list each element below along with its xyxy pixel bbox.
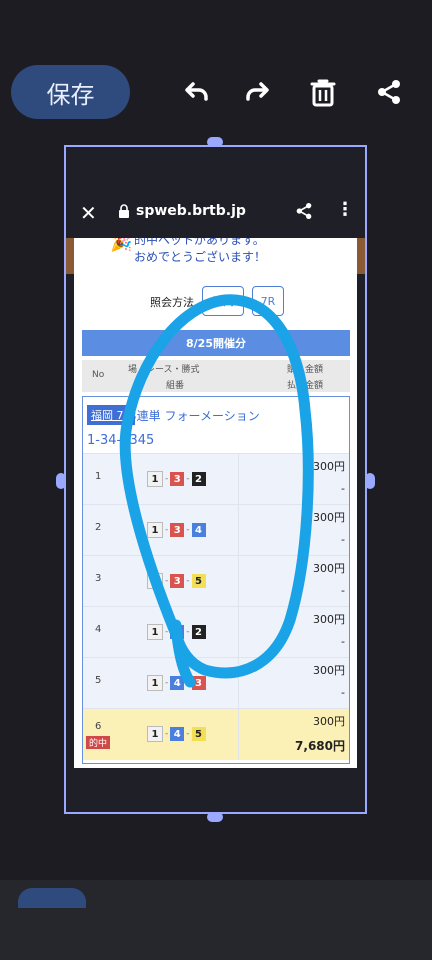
save-button[interactable]: 保存	[11, 65, 130, 119]
undo-icon[interactable]	[177, 74, 213, 110]
trash-icon[interactable]	[305, 74, 341, 110]
crop-handle-bottom[interactable]	[207, 812, 223, 822]
crop-handle-right[interactable]	[365, 473, 375, 489]
crop-frame[interactable]	[64, 145, 367, 814]
bottom-tab-indicator[interactable]	[18, 888, 86, 908]
crop-handle-top[interactable]	[207, 137, 223, 147]
crop-handle-left[interactable]	[56, 473, 66, 489]
share-icon[interactable]	[371, 74, 407, 110]
redo-icon[interactable]	[241, 74, 277, 110]
